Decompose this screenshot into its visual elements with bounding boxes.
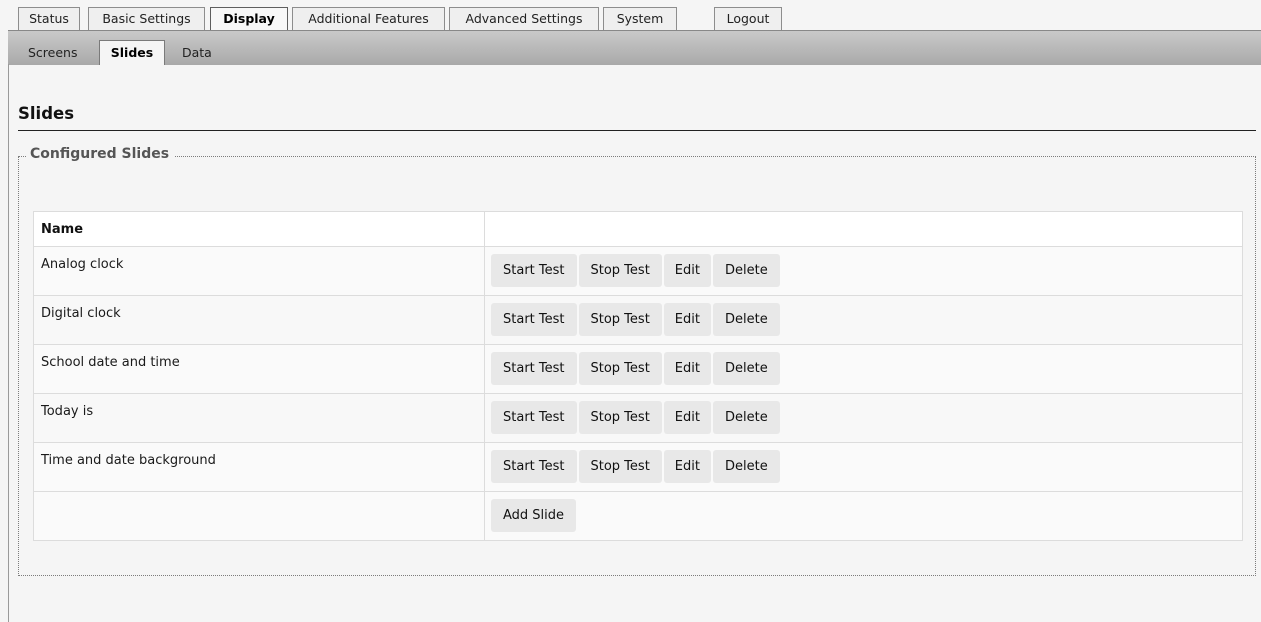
- table-row: Digital clock Start Test Stop Test Edit Dele…: [33, 295, 1243, 345]
- tab-additional-features[interactable]: Additional Features: [292, 7, 445, 30]
- stop-test-button[interactable]: Stop Test: [578, 401, 662, 434]
- start-test-button[interactable]: Start Test: [491, 303, 577, 336]
- column-header-name: Name: [33, 211, 485, 247]
- subtab-data[interactable]: Data: [182, 42, 212, 64]
- tab-status[interactable]: Status: [18, 7, 80, 30]
- slide-actions: Start Test Stop Test Edit Delete: [484, 393, 1243, 443]
- title-divider: [18, 130, 1256, 131]
- edit-button[interactable]: Edit: [663, 450, 711, 483]
- table-row: Time and date background Start Test Stop T…: [33, 442, 1243, 492]
- delete-button[interactable]: Delete: [712, 450, 780, 483]
- start-test-button[interactable]: Start Test: [491, 352, 577, 385]
- slide-actions: Start Test Stop Test Edit Delete: [484, 344, 1243, 394]
- app-window: Status Basic Settings Display Additional…: [0, 0, 1261, 622]
- page-title: Slides: [18, 104, 75, 123]
- slides-table: Name Analog clock Start Test Stop Test Edit…: [33, 211, 1243, 541]
- slide-name: Today is: [33, 393, 485, 443]
- table-header-row: Name: [33, 211, 1243, 247]
- stop-test-button[interactable]: Stop Test: [578, 450, 662, 483]
- tab-basic-settings[interactable]: Basic Settings: [88, 7, 205, 30]
- fieldset-legend: Configured Slides: [27, 146, 175, 162]
- delete-button[interactable]: Delete: [712, 303, 780, 336]
- add-slide-cell: Add Slide: [484, 491, 1243, 541]
- delete-button[interactable]: Delete: [712, 352, 780, 385]
- edit-button[interactable]: Edit: [663, 303, 711, 336]
- slide-actions: Start Test Stop Test Edit Delete: [484, 246, 1243, 296]
- subtab-slides[interactable]: Slides: [99, 40, 165, 65]
- start-test-button[interactable]: Start Test: [491, 254, 577, 287]
- delete-button[interactable]: Delete: [712, 254, 780, 287]
- sub-tab-bar: Screens Slides Data: [8, 30, 1261, 65]
- stop-test-button[interactable]: Stop Test: [578, 303, 662, 336]
- start-test-button[interactable]: Start Test: [491, 401, 577, 434]
- slide-actions: Start Test Stop Test Edit Delete: [484, 442, 1243, 492]
- start-test-button[interactable]: Start Test: [491, 450, 577, 483]
- slide-name: School date and time: [33, 344, 485, 394]
- edit-button[interactable]: Edit: [663, 352, 711, 385]
- tab-system[interactable]: System: [603, 7, 677, 30]
- column-header-actions: [484, 211, 1243, 247]
- add-slide-empty-cell: [33, 491, 485, 541]
- tab-advanced-settings[interactable]: Advanced Settings: [449, 7, 599, 30]
- table-row: Today is Start Test Stop Test Edit Delete: [33, 393, 1243, 443]
- stop-test-button[interactable]: Stop Test: [578, 352, 662, 385]
- add-slide-row: Add Slide: [33, 491, 1243, 541]
- content-panel-border: [8, 64, 9, 622]
- tab-display[interactable]: Display: [210, 7, 288, 32]
- table-row: School date and time Start Test Stop Test E…: [33, 344, 1243, 394]
- edit-button[interactable]: Edit: [663, 401, 711, 434]
- edit-button[interactable]: Edit: [663, 254, 711, 287]
- delete-button[interactable]: Delete: [712, 401, 780, 434]
- slide-name: Analog clock: [33, 246, 485, 296]
- table-row: Analog clock Start Test Stop Test Edit Delet…: [33, 246, 1243, 296]
- slide-name: Digital clock: [33, 295, 485, 345]
- slide-name: Time and date background: [33, 442, 485, 492]
- subtab-screens[interactable]: Screens: [28, 42, 78, 64]
- slide-rows: Analog clock Start Test Stop Test Edit Delet…: [33, 246, 1243, 492]
- tab-logout[interactable]: Logout: [714, 7, 782, 30]
- add-slide-button[interactable]: Add Slide: [491, 499, 577, 532]
- slide-actions: Start Test Stop Test Edit Delete: [484, 295, 1243, 345]
- stop-test-button[interactable]: Stop Test: [578, 254, 662, 287]
